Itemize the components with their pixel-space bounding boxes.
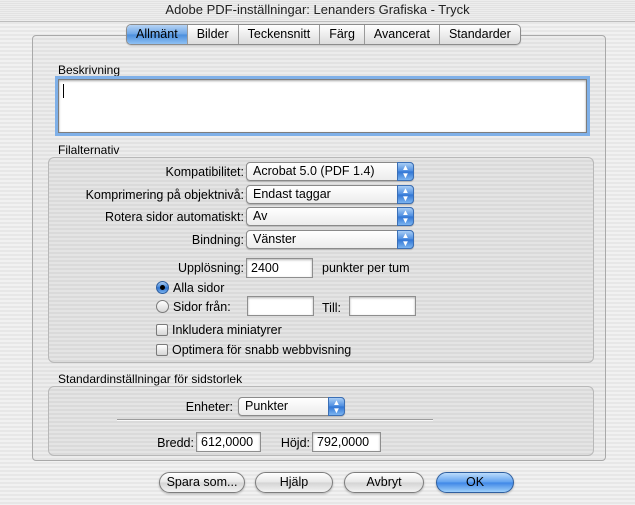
popup-arrows-icon: ▲ ▼ <box>397 207 414 226</box>
popup-arrows-icon: ▲ ▼ <box>397 162 414 181</box>
binding-value: Vänster <box>253 232 297 246</box>
embed-thumbnails-checkbox[interactable]: Inkludera miniatyrer <box>156 323 282 337</box>
units-label: Enheter: <box>185 400 233 414</box>
pdf-settings-window: Adobe PDF-inställningar: Lenanders Grafi… <box>0 0 635 505</box>
tab-standards[interactable]: Standarder <box>440 25 520 44</box>
tab-color[interactable]: Färg <box>320 25 365 44</box>
auto-rotate-popup[interactable]: Av ▲ ▼ <box>246 207 414 226</box>
pages-to-label: Till: <box>322 301 341 315</box>
checkbox-empty-icon <box>156 344 168 356</box>
save-as-button[interactable]: Spara som... <box>159 472 245 493</box>
description-label: Beskrivning <box>58 63 121 77</box>
resolution-label: Upplösning: <box>177 261 244 275</box>
window-title: Adobe PDF-inställningar: Lenanders Grafi… <box>0 0 635 22</box>
pages-from-field[interactable] <box>247 296 314 316</box>
all-pages-radio[interactable]: Alla sidor <box>156 281 224 295</box>
file-options-label: Filalternativ <box>58 143 120 157</box>
tab-bar: Allmänt Bilder Teckensnitt Färg Avancera… <box>126 24 521 45</box>
resolution-field[interactable]: 2400 <box>246 258 313 278</box>
tab-advanced[interactable]: Avancerat <box>365 25 440 44</box>
compatibility-label: Kompatibilitet: <box>165 165 244 179</box>
embed-thumbnails-label: Inkludera miniatyrer <box>172 323 282 337</box>
radio-unselected-icon <box>156 300 169 313</box>
units-value: Punkter <box>245 399 289 413</box>
width-field[interactable]: 612,0000 <box>196 432 261 452</box>
height-label: Höjd: <box>280 436 310 450</box>
compatibility-value: Acrobat 5.0 (PDF 1.4) <box>253 164 375 178</box>
binding-label: Bindning: <box>191 233 244 247</box>
popup-arrows-icon: ▲ ▼ <box>328 397 345 416</box>
object-compression-label: Komprimering på objektnivå: <box>85 188 244 202</box>
binding-popup[interactable]: Vänster ▲ ▼ <box>246 230 414 249</box>
pages-to-field[interactable] <box>349 296 416 316</box>
help-button[interactable]: Hjälp <box>255 472 333 493</box>
tab-images[interactable]: Bilder <box>188 25 239 44</box>
auto-rotate-value: Av <box>253 209 268 223</box>
height-field[interactable]: 792,0000 <box>312 432 381 452</box>
popup-arrows-icon: ▲ ▼ <box>397 230 414 249</box>
object-compression-popup[interactable]: Endast taggar ▲ ▼ <box>246 185 414 204</box>
object-compression-value: Endast taggar <box>253 187 331 201</box>
radio-selected-icon <box>156 281 169 294</box>
description-field[interactable] <box>58 79 587 133</box>
width-label: Bredd: <box>157 436 194 450</box>
resolution-unit-label: punkter per tum <box>322 261 410 275</box>
optimize-web-label: Optimera för snabb webbvisning <box>172 343 352 357</box>
tab-general[interactable]: Allmänt <box>127 25 188 44</box>
pages-from-label: Sidor från: <box>173 300 231 314</box>
optimize-web-checkbox[interactable]: Optimera för snabb webbvisning <box>156 343 351 357</box>
page-size-divider <box>117 419 433 421</box>
units-popup[interactable]: Punkter ▲ ▼ <box>238 397 345 416</box>
cancel-button[interactable]: Avbryt <box>344 472 424 493</box>
page-size-label: Standardinställningar för sidstorlek <box>58 372 243 386</box>
pages-from-radio[interactable]: Sidor från: <box>156 300 231 314</box>
ok-button[interactable]: OK <box>436 472 514 493</box>
compatibility-popup[interactable]: Acrobat 5.0 (PDF 1.4) ▲ ▼ <box>246 162 414 181</box>
tab-fonts[interactable]: Teckensnitt <box>239 25 321 44</box>
checkbox-empty-icon <box>156 324 168 336</box>
popup-arrows-icon: ▲ ▼ <box>397 185 414 204</box>
all-pages-label: Alla sidor <box>173 281 225 295</box>
text-caret <box>63 84 64 98</box>
auto-rotate-label: Rotera sidor automatiskt: <box>105 210 244 224</box>
